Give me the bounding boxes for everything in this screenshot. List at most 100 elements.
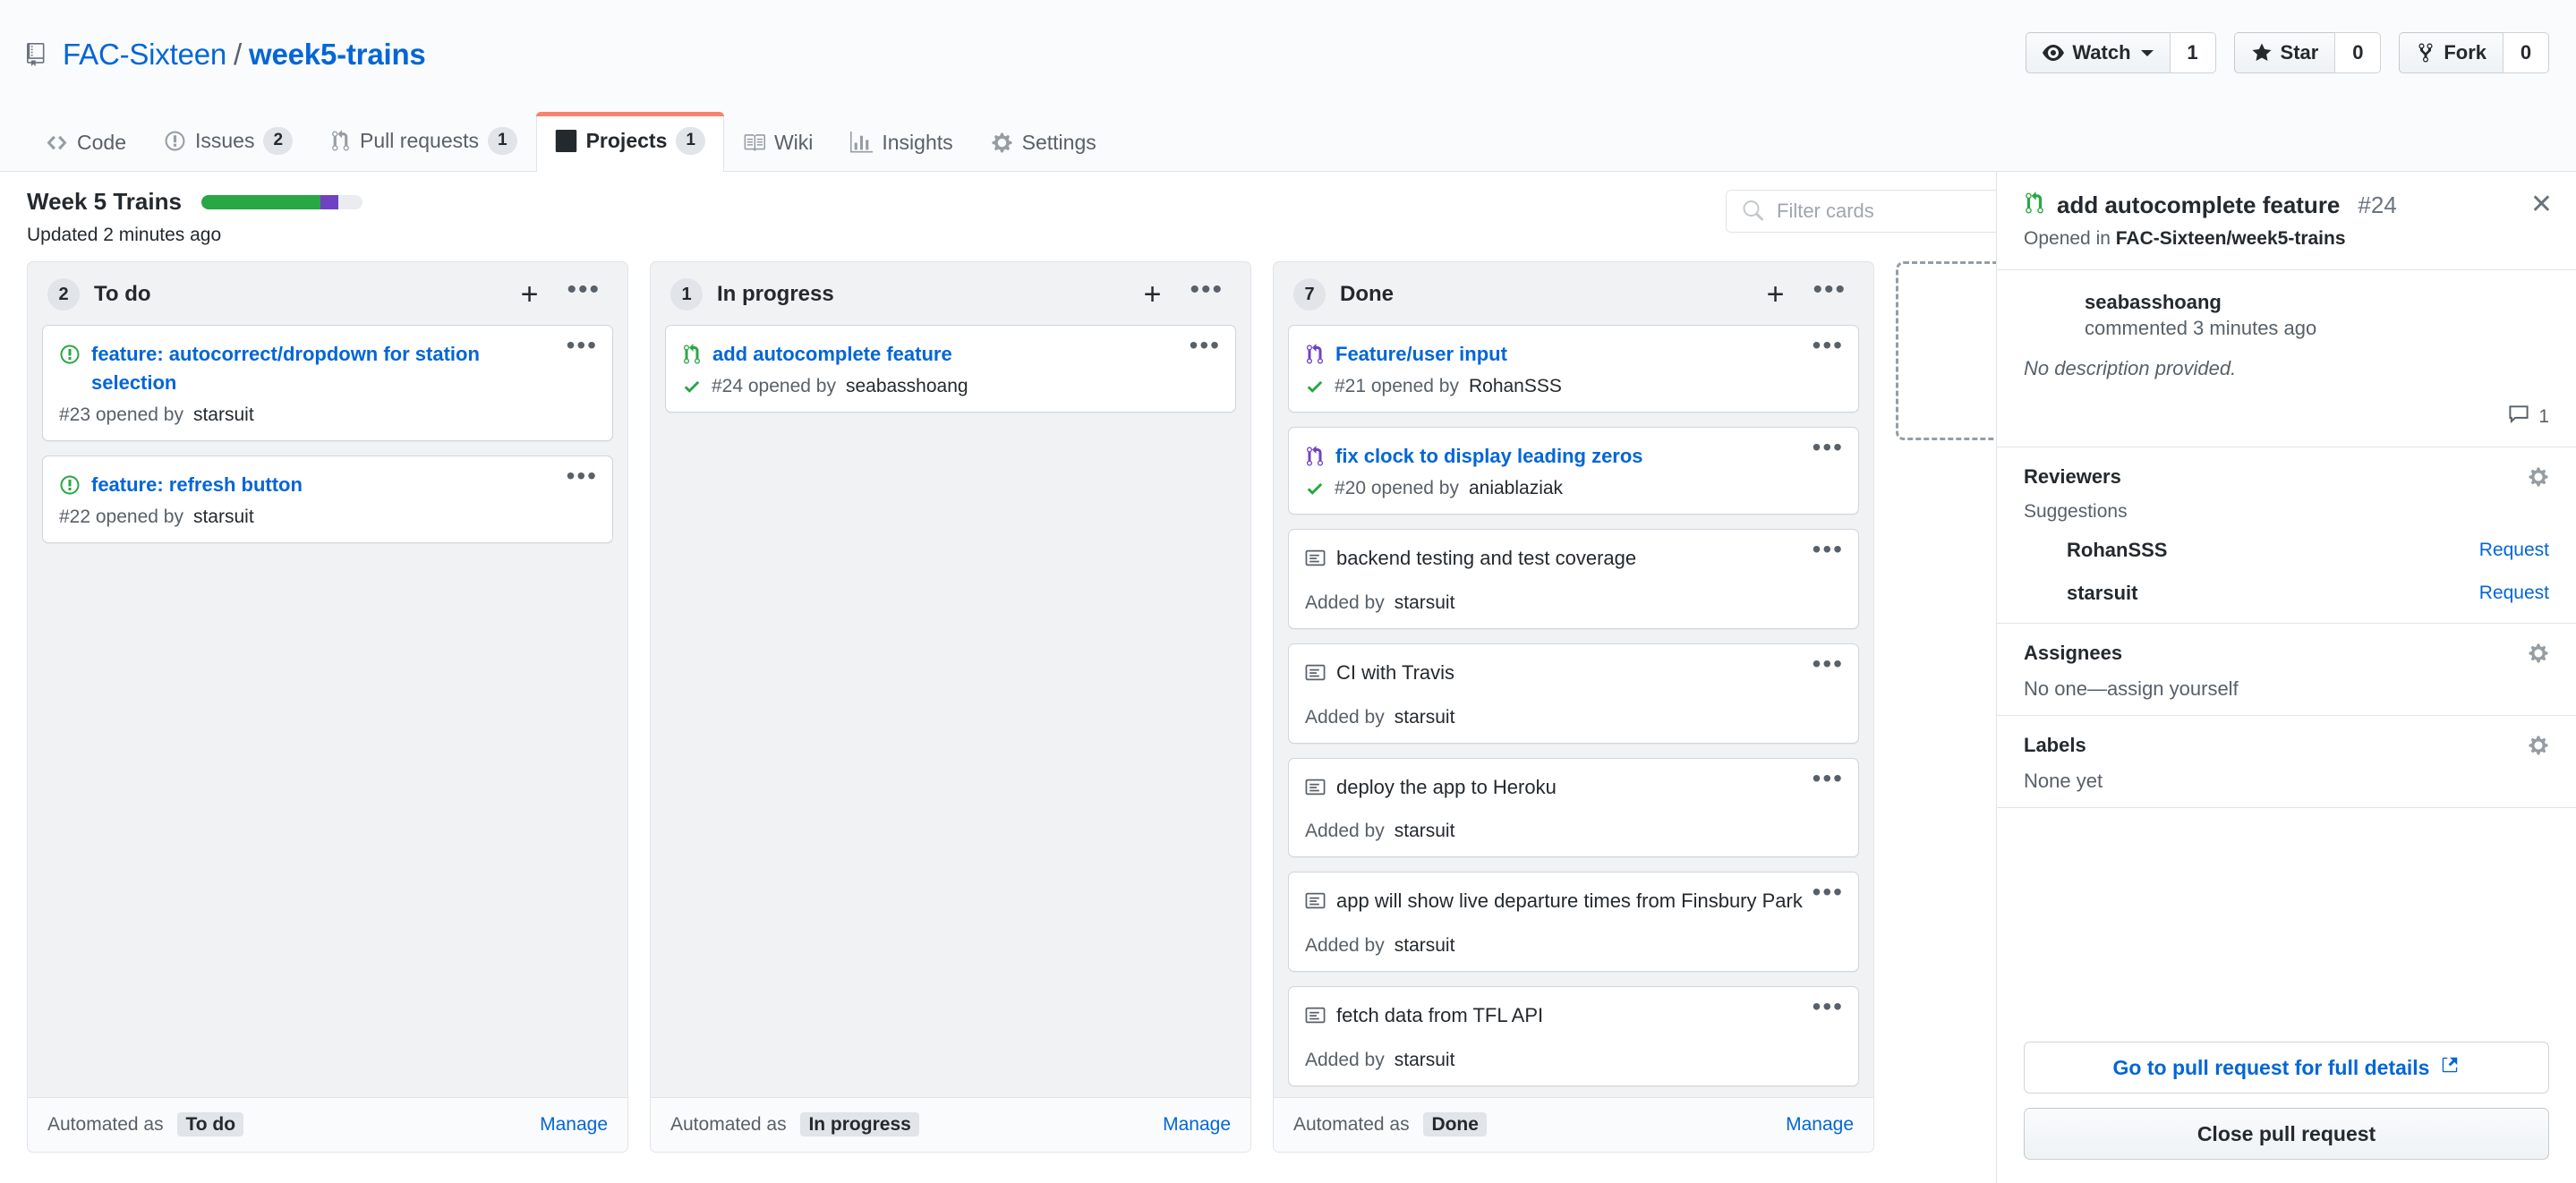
tab-pull-requests[interactable]: Pull requests 1 bbox=[311, 112, 536, 171]
git-pull-request-icon bbox=[2024, 191, 2045, 219]
side-panel-header: add autocomplete feature #24 Opened in F… bbox=[1997, 172, 2576, 270]
card-author: seabasshoang bbox=[845, 375, 968, 396]
fork-icon bbox=[2418, 43, 2433, 63]
gear-icon[interactable] bbox=[2528, 466, 2549, 488]
comment-count-row[interactable]: 1 bbox=[2024, 404, 2549, 430]
card-menu-button[interactable]: ••• bbox=[1813, 994, 1844, 1019]
card-menu-button[interactable]: ••• bbox=[1813, 765, 1844, 790]
fork-count[interactable]: 0 bbox=[2503, 32, 2549, 73]
column-footer: Automated as Done Manage bbox=[1274, 1097, 1873, 1152]
card-menu-button[interactable]: ••• bbox=[1813, 536, 1844, 561]
tab-issues[interactable]: Issues 2 bbox=[145, 112, 311, 171]
card-meta: Added by starsuit bbox=[1305, 1050, 1842, 1071]
side-panel-subtitle-prefix: Opened in bbox=[2024, 228, 2111, 249]
side-panel-actions: Go to pull request for full details Clos… bbox=[1997, 1018, 2576, 1183]
card-menu-button[interactable]: ••• bbox=[567, 333, 598, 358]
card-menu-button[interactable]: ••• bbox=[1813, 435, 1844, 460]
add-card-button[interactable]: + bbox=[514, 279, 546, 310]
list-item[interactable]: deploy the app to Heroku Added by starsu… bbox=[1288, 757, 1859, 858]
list-item[interactable]: app will show live departure times from … bbox=[1288, 872, 1859, 973]
card-title[interactable]: deploy the app to Heroku bbox=[1336, 773, 1557, 802]
list-item[interactable]: CI with Travis Added by starsuit ••• bbox=[1288, 643, 1859, 744]
assignees-empty[interactable]: No one—assign yourself bbox=[2024, 677, 2549, 701]
list-item[interactable]: Feature/user input #21 opened by RohanSS… bbox=[1288, 325, 1859, 413]
column-card-count: 2 bbox=[47, 278, 80, 311]
progress-segment-inprogress bbox=[320, 194, 338, 209]
column-cards: add autocomplete feature #24 opened by s… bbox=[651, 325, 1250, 1097]
tab-insights[interactable]: Insights bbox=[832, 115, 971, 171]
page-title: Week 5 Trains bbox=[27, 188, 182, 215]
labels-title: Labels bbox=[2024, 734, 2086, 757]
card-title[interactable]: feature: refresh button bbox=[91, 471, 303, 499]
close-icon[interactable]: ✕ bbox=[2530, 191, 2553, 218]
avatar bbox=[2024, 578, 2054, 609]
tab-settings-label: Settings bbox=[1021, 131, 1096, 154]
gear-icon[interactable] bbox=[2528, 643, 2549, 664]
card-title[interactable]: feature: autocorrect/dropdown for statio… bbox=[91, 340, 557, 397]
star-count[interactable]: 0 bbox=[2334, 32, 2382, 73]
repo-header: FAC-Sixteen / week5-trains Watch 1 Star 0 bbox=[0, 0, 2576, 172]
watch-count[interactable]: 1 bbox=[2169, 32, 2216, 73]
card-title[interactable]: CI with Travis bbox=[1336, 659, 1454, 687]
list-item[interactable]: add autocomplete feature #24 opened by s… bbox=[665, 325, 1236, 413]
star-button-group: Star 0 bbox=[2233, 32, 2382, 73]
request-review-button[interactable]: Request bbox=[2479, 583, 2549, 604]
column-menu-button[interactable]: ••• bbox=[559, 277, 608, 307]
note-icon bbox=[1305, 1005, 1326, 1026]
reviewers-header: Reviewers bbox=[2024, 465, 2549, 489]
card-meta: #21 opened by RohanSSS bbox=[1305, 376, 1842, 397]
graph-icon bbox=[850, 132, 874, 154]
comment-username[interactable]: seabasshoang bbox=[2085, 290, 2316, 316]
repo-title: FAC-Sixteen / week5-trains bbox=[63, 38, 426, 72]
list-item[interactable]: backend testing and test coverage Added … bbox=[1288, 528, 1859, 629]
card-menu-button[interactable]: ••• bbox=[1190, 333, 1221, 358]
check-icon bbox=[1305, 377, 1325, 396]
add-card-button[interactable]: + bbox=[1137, 279, 1169, 310]
reviewer-name[interactable]: RohanSSS bbox=[2067, 539, 2467, 562]
board-column-todo: 2 To do + ••• feature: autocorrect/dropd… bbox=[27, 261, 628, 1153]
column-card-count: 7 bbox=[1293, 278, 1326, 311]
side-panel-title-row: add autocomplete feature #24 bbox=[2024, 191, 2549, 219]
reviewer-suggestion-rohansss: RohanSSS Request bbox=[2024, 535, 2549, 566]
repo-owner-link[interactable]: FAC-Sixteen bbox=[63, 38, 226, 71]
automated-state: Done bbox=[1423, 1112, 1487, 1136]
repo-name-link[interactable]: week5-trains bbox=[249, 38, 426, 71]
card-menu-button[interactable]: ••• bbox=[1813, 651, 1844, 676]
card-menu-button[interactable]: ••• bbox=[1813, 880, 1844, 905]
column-menu-button[interactable]: ••• bbox=[1182, 277, 1231, 307]
card-title[interactable]: app will show live departure times from … bbox=[1336, 887, 1803, 915]
tab-settings[interactable]: Settings bbox=[972, 115, 1115, 171]
star-button[interactable]: Star bbox=[2233, 32, 2335, 73]
manage-link[interactable]: Manage bbox=[1163, 1114, 1231, 1136]
manage-link[interactable]: Manage bbox=[540, 1114, 608, 1136]
card-meta-prefix: Added by bbox=[1305, 821, 1385, 842]
column-card-count: 1 bbox=[670, 278, 703, 311]
card-title[interactable]: add autocomplete feature bbox=[712, 340, 952, 369]
tab-projects[interactable]: Projects 1 bbox=[535, 112, 725, 172]
issue-opened-icon bbox=[59, 344, 81, 365]
list-item[interactable]: fix clock to display leading zeros #20 o… bbox=[1288, 426, 1859, 515]
card-title[interactable]: Feature/user input bbox=[1335, 340, 1507, 369]
request-review-button[interactable]: Request bbox=[2479, 540, 2549, 561]
tab-wiki[interactable]: Wiki bbox=[724, 115, 832, 171]
watch-button[interactable]: Watch bbox=[2026, 32, 2170, 73]
labels-empty: None yet bbox=[2024, 770, 2103, 793]
reviewer-name[interactable]: starsuit bbox=[2067, 582, 2467, 605]
card-menu-button[interactable]: ••• bbox=[567, 463, 598, 488]
tab-code[interactable]: Code bbox=[27, 115, 145, 171]
list-item[interactable]: feature: refresh button #22 opened by st… bbox=[42, 455, 613, 543]
goto-pull-request-button[interactable]: Go to pull request for full details bbox=[2024, 1042, 2549, 1094]
chevron-down-icon bbox=[2140, 49, 2154, 56]
add-card-button[interactable]: + bbox=[1760, 279, 1792, 310]
card-title[interactable]: backend testing and test coverage bbox=[1336, 544, 1636, 573]
list-item[interactable]: feature: autocorrect/dropdown for statio… bbox=[42, 325, 613, 441]
column-menu-button[interactable]: ••• bbox=[1805, 277, 1854, 307]
fork-button[interactable]: Fork bbox=[2399, 32, 2503, 73]
card-menu-button[interactable]: ••• bbox=[1813, 333, 1844, 358]
card-title[interactable]: fix clock to display leading zeros bbox=[1335, 442, 1643, 471]
card-title[interactable]: fetch data from TFL API bbox=[1336, 1001, 1543, 1030]
list-item[interactable]: fetch data from TFL API Added by starsui… bbox=[1288, 986, 1859, 1087]
close-pull-request-button[interactable]: Close pull request bbox=[2024, 1108, 2549, 1160]
manage-link[interactable]: Manage bbox=[1786, 1114, 1854, 1136]
gear-icon[interactable] bbox=[2528, 735, 2549, 756]
